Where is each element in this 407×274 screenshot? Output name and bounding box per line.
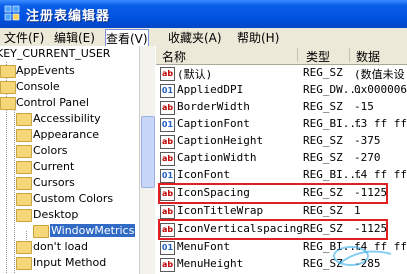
menu-help[interactable]: 帮助(H): [237, 29, 279, 46]
tree-item[interactable]: KEY_CURRENT_USER: [0, 46, 140, 62]
column-name-header[interactable]: 名称: [162, 48, 186, 65]
value-row[interactable]: ab IconTitleWrap REG_SZ 1: [156, 203, 407, 220]
binary-value-icon: 01: [160, 84, 175, 98]
folder-icon: [16, 145, 32, 158]
folder-icon: [16, 257, 32, 270]
menu-bar: 文件(F) 编辑(E) 查看(V) 收藏夹(A) 帮助(H): [0, 28, 407, 48]
folder-icon: [0, 81, 16, 94]
list-header: 名称 类型 数据: [156, 46, 407, 65]
column-divider[interactable]: [297, 48, 298, 62]
value-row[interactable]: 01 AppliedDPI REG_DW... 0x000006: [156, 82, 407, 99]
tree-item[interactable]: Desktop: [0, 207, 140, 223]
value-row[interactable]: ab CaptionWidth REG_SZ -270: [156, 150, 407, 167]
menu-file[interactable]: 文件(F): [4, 29, 44, 46]
folder-icon: [16, 241, 32, 254]
tree-item[interactable]: don't load: [0, 239, 140, 255]
tree-item[interactable]: Cursors: [0, 175, 140, 191]
binary-value-icon: 01: [160, 241, 175, 255]
watermark-logo: [333, 246, 392, 266]
string-value-icon: ab: [160, 67, 175, 81]
tree-item[interactable]: Control Panel: [0, 95, 140, 111]
tree-item[interactable]: Accessibility: [0, 111, 140, 127]
tree-item[interactable]: Current: [0, 159, 140, 175]
folder-icon: [16, 113, 32, 126]
registry-tree[interactable]: KEY_CURRENT_USER AppEvents Console Contr…: [0, 46, 155, 274]
column-type-header[interactable]: 类型: [306, 48, 330, 65]
tree-item[interactable]: Input Method: [0, 255, 140, 271]
highlight-box-iconverticalspacing: [158, 219, 388, 240]
folder-open-icon: [16, 209, 32, 222]
tree-item-selected[interactable]: WindowMetrics: [0, 223, 140, 239]
value-row[interactable]: ab BorderWidth REG_SZ -15: [156, 99, 407, 116]
tree-item[interactable]: Appearance: [0, 127, 140, 143]
column-data-header[interactable]: 数据: [356, 48, 380, 65]
string-value-icon: ab: [160, 205, 175, 219]
scrollbar-thumb[interactable]: [141, 116, 155, 188]
values-list[interactable]: 名称 类型 数据 ab (默认) REG_SZ (数值未设 01 Applied…: [156, 46, 407, 274]
menu-favorites[interactable]: 收藏夹(A): [168, 29, 222, 46]
value-row[interactable]: 01 CaptionFont REG_BI... f3 ff ff: [156, 116, 407, 133]
string-value-icon: ab: [160, 258, 175, 272]
folder-open-icon: [0, 97, 16, 110]
folder-icon: [16, 193, 32, 206]
string-value-icon: ab: [160, 101, 175, 115]
highlight-box-iconspacing: [158, 183, 388, 204]
tree-item[interactable]: Custom Colors: [0, 191, 140, 207]
tree-scrollbar[interactable]: [139, 46, 155, 274]
binary-value-icon: 01: [160, 118, 175, 132]
folder-icon: [16, 129, 32, 142]
tree-item[interactable]: AppEvents: [0, 63, 140, 79]
folder-icon: [33, 225, 49, 238]
folder-icon: [0, 65, 16, 78]
tree-item[interactable]: Colors: [0, 143, 140, 159]
value-row[interactable]: ab (默认) REG_SZ (数值未设: [156, 65, 407, 82]
binary-value-icon: 01: [160, 169, 175, 183]
value-row[interactable]: ab CaptionHeight REG_SZ -375: [156, 133, 407, 150]
menu-edit[interactable]: 编辑(E): [54, 29, 95, 46]
folder-icon: [16, 177, 32, 190]
registry-app-icon: [4, 5, 20, 21]
string-value-icon: ab: [160, 135, 175, 149]
value-row[interactable]: 01 IconFont REG_BI... f4 ff ff: [156, 167, 407, 184]
column-divider[interactable]: [349, 48, 350, 62]
folder-icon: [16, 161, 32, 174]
tree-item[interactable]: Console: [0, 79, 140, 95]
string-value-icon: ab: [160, 152, 175, 166]
title-bar[interactable]: 注册表编辑器: [0, 0, 407, 28]
window-title: 注册表编辑器: [26, 9, 111, 24]
